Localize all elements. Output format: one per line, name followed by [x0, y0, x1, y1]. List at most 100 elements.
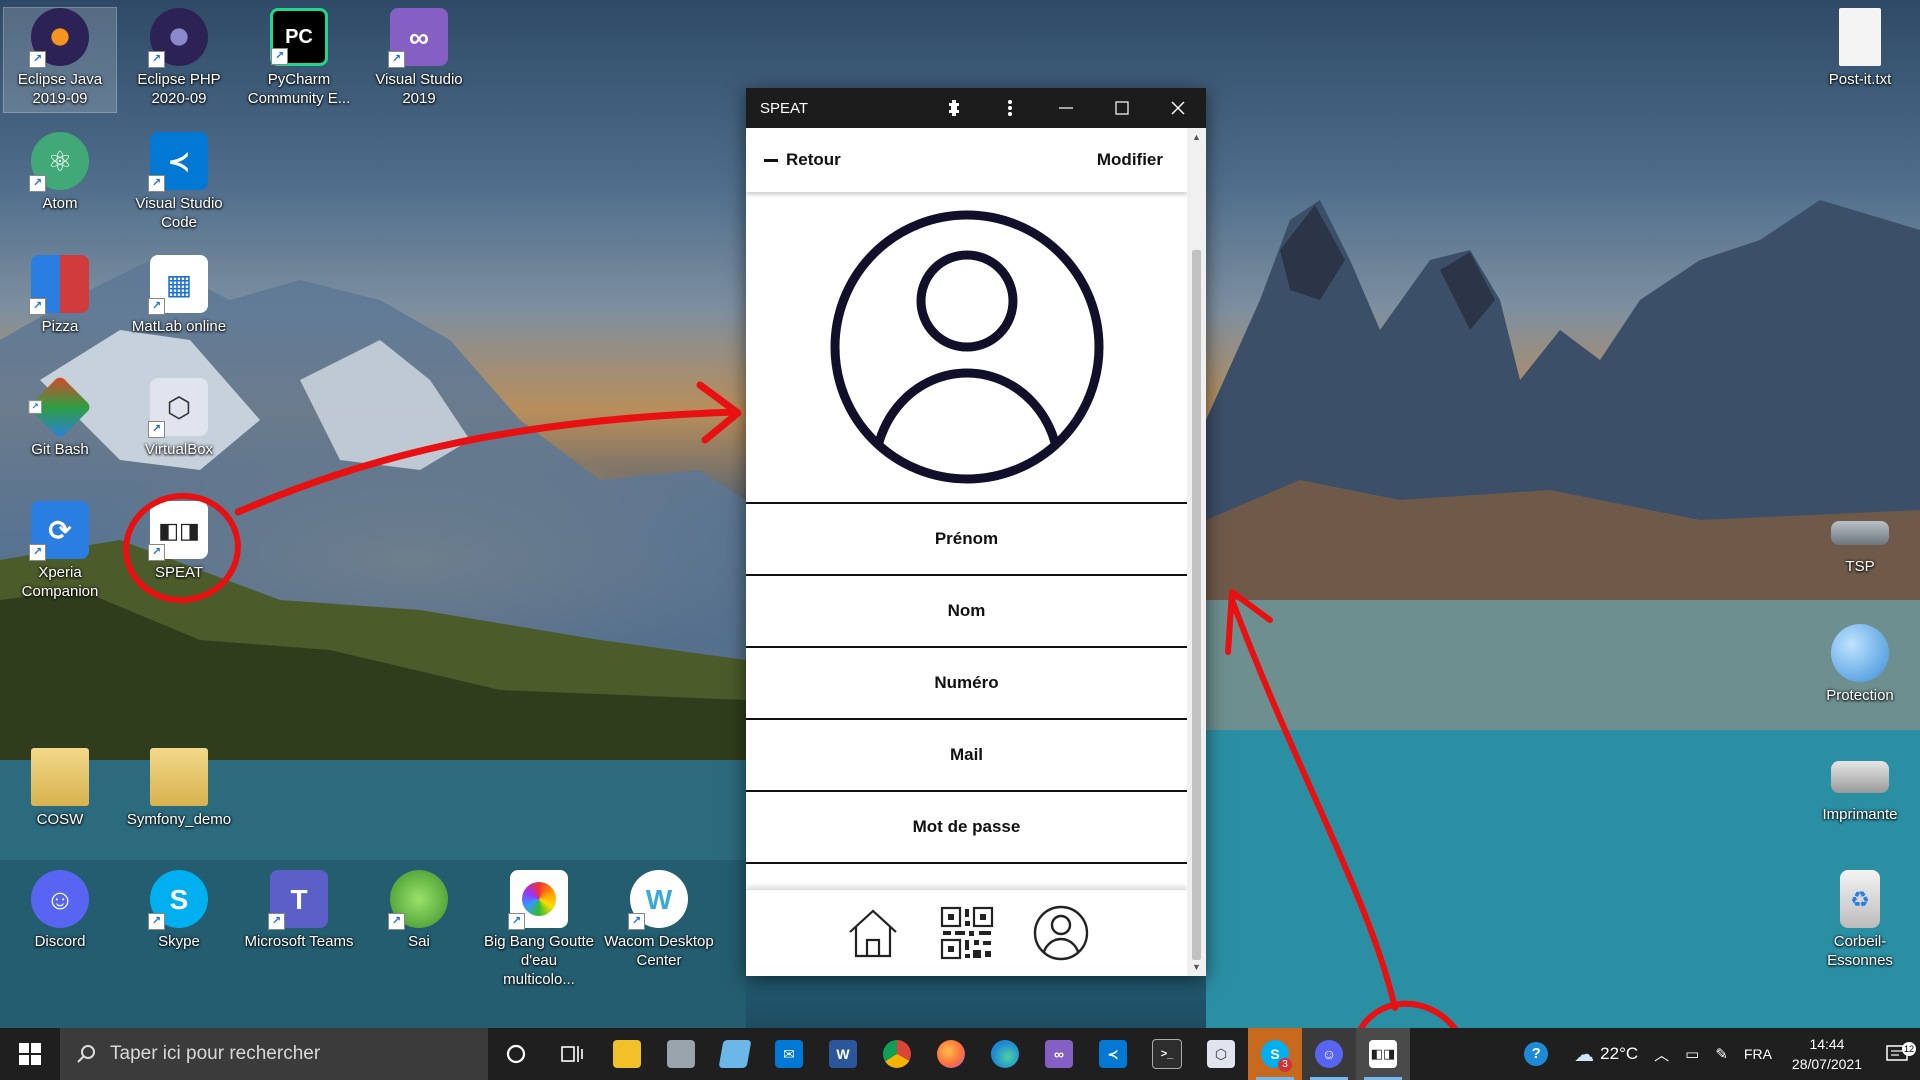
taskbar-edge[interactable] [978, 1028, 1032, 1080]
search-box[interactable]: Taper ici pour rechercher [60, 1028, 488, 1080]
wacom-icon: W ↗ [628, 870, 688, 930]
edit-button[interactable]: Modifier [1097, 150, 1163, 170]
app-header: Retour Modifier [746, 128, 1187, 192]
desktop-icon-eclipse-php[interactable]: ↗ Eclipse PHP 2020-09 [123, 8, 235, 108]
desktop-icon-tsp[interactable]: TSP [1804, 501, 1916, 576]
help-icon: ? [1524, 1042, 1549, 1066]
desktop-icon-imprimante[interactable]: Imprimante [1804, 747, 1916, 824]
cortana-button[interactable] [488, 1028, 544, 1080]
desktop-icon-recycle-bin[interactable]: ♻ Corbeil-Essonnes [1804, 870, 1916, 970]
taskbar-scanner[interactable] [654, 1028, 708, 1080]
field-prenom[interactable]: Prénom [746, 502, 1187, 574]
desktop-icon-cosw[interactable]: COSW [4, 748, 116, 829]
clock-date: 28/07/2021 [1791, 1056, 1862, 1072]
desktop-icon-visual-studio[interactable]: ∞ ↗ Visual Studio 2019 [363, 8, 475, 108]
vscode-icon: ≺ [1099, 1040, 1127, 1068]
taskbar-virtualbox[interactable]: ⬡ [1194, 1028, 1248, 1080]
field-mail[interactable]: Mail [746, 718, 1187, 790]
clock-time: 14:44 [1809, 1036, 1845, 1052]
scrollbar[interactable]: ▲ ▼ [1187, 128, 1206, 976]
desktop-icon-virtualbox[interactable]: ⬡ ↗ VirtualBox [123, 378, 235, 459]
show-hidden-icons-button[interactable]: ︿ [1646, 1044, 1677, 1065]
big-bang-icon: ↗ [508, 870, 568, 930]
home-icon[interactable] [844, 904, 902, 962]
close-icon[interactable] [1150, 88, 1206, 128]
taskbar-word[interactable]: W [816, 1028, 870, 1080]
profile-icon[interactable] [1032, 904, 1090, 962]
profile-avatar [746, 192, 1187, 502]
edge-icon [991, 1040, 1019, 1068]
eclipse-icon: ↗ [148, 8, 208, 68]
qr-code-icon[interactable] [938, 904, 996, 962]
back-icon [764, 158, 778, 162]
desktop-icon-git-bash[interactable]: ↗ Git Bash [4, 375, 116, 459]
desktop-icon-symfony-demo[interactable]: Symfony_demo [123, 748, 235, 829]
desktop-icon-teams[interactable]: T ↗ Microsoft Teams [243, 870, 355, 951]
virtualbox-icon: ⬡ ↗ [148, 378, 208, 438]
extensions-icon[interactable] [926, 88, 982, 128]
search-placeholder: Taper ici pour rechercher [110, 1043, 321, 1064]
taskbar-mail[interactable]: ✉ [762, 1028, 816, 1080]
battery-icon[interactable]: ▭ [1677, 1045, 1707, 1063]
more-options-icon[interactable] [982, 88, 1038, 128]
help-button[interactable]: ? [1516, 1042, 1556, 1066]
clock[interactable]: 14:44 28/07/2021 [1780, 1034, 1874, 1074]
back-button[interactable]: Retour [764, 150, 841, 170]
desktop-icon-protection[interactable]: Protection [1804, 624, 1916, 705]
scroll-thumb[interactable] [1192, 250, 1201, 960]
desktop-icon-pycharm[interactable]: PC ↗ PyCharm Community E... [243, 8, 355, 108]
field-nom[interactable]: Nom [746, 574, 1187, 646]
taskbar-discord[interactable]: ☺ [1302, 1028, 1356, 1080]
desktop-icon-big-bang[interactable]: ↗ Big Bang Goutte d'eau multicolo... [483, 870, 595, 989]
desktop-icon-skype[interactable]: S ↗ Skype [123, 870, 235, 951]
desktop-icon-wacom[interactable]: W ↗ Wacom Desktop Center [603, 870, 715, 970]
desktop-icon-xperia-companion[interactable]: ⟳ ↗ Xperia Companion [4, 501, 116, 601]
desktop-icon-speat[interactable]: ◧◨ ↗ SPEAT [123, 501, 235, 582]
desktop-icon-vscode[interactable]: ≺ ↗ Visual Studio Code [123, 132, 235, 232]
desktop-icon-post-it[interactable]: Post-it.txt [1804, 8, 1916, 89]
folder-icon [31, 748, 89, 806]
field-numero[interactable]: Numéro [746, 646, 1187, 718]
profile-fields: Prénom Nom Numéro Mail Mot de passe [746, 502, 1187, 864]
desktop-icon-matlab[interactable]: ▦ ↗ MatLab online [123, 255, 235, 336]
eclipse-icon: ↗ [29, 8, 89, 68]
chrome-icon [883, 1040, 911, 1068]
git-bash-icon: ↗ [28, 375, 92, 439]
notification-center-button[interactable]: 12 [1874, 1042, 1920, 1064]
weather-widget[interactable]: ☁ 22°C [1556, 1042, 1646, 1067]
pizza-icon: ↗ [29, 255, 89, 315]
maximize-icon[interactable] [1094, 88, 1150, 128]
pen-icon[interactable]: ✎ [1707, 1045, 1736, 1063]
taskbar-sticky-notes[interactable] [708, 1028, 762, 1080]
speat-window: SPEAT Retour Modifier Prénom Nom Numéro … [746, 88, 1206, 976]
desktop-icon-atom[interactable]: ⚛ ↗ Atom [4, 132, 116, 213]
taskbar-skype[interactable]: S 3 [1248, 1028, 1302, 1080]
taskbar-chrome[interactable] [870, 1028, 924, 1080]
taskbar-firefox[interactable] [924, 1028, 978, 1080]
skype-badge: 3 [1278, 1058, 1292, 1072]
recycle-bin-icon: ♻ [1840, 870, 1880, 928]
task-view-icon [561, 1046, 583, 1062]
taskbar-terminal[interactable]: >_ [1140, 1028, 1194, 1080]
desktop-icon-sai[interactable]: ↗ Sai [363, 870, 475, 951]
window-titlebar[interactable]: SPEAT [746, 88, 1206, 128]
scroll-up-icon[interactable]: ▲ [1187, 128, 1206, 146]
desktop-icon-discord[interactable]: ☺ Discord [4, 870, 116, 951]
skype-icon: S ↗ [148, 870, 208, 930]
field-mot-de-passe[interactable]: Mot de passe [746, 790, 1187, 864]
taskbar-file-explorer[interactable] [600, 1028, 654, 1080]
taskbar-speat[interactable]: ◧◨ [1356, 1028, 1410, 1080]
desktop-icon-pizza[interactable]: ↗ Pizza [4, 255, 116, 336]
folder-icon [150, 748, 208, 806]
task-view-button[interactable] [544, 1028, 600, 1080]
scroll-down-icon[interactable]: ▼ [1187, 958, 1206, 976]
xperia-icon: ⟳ ↗ [29, 501, 89, 561]
taskbar-vscode[interactable]: ≺ [1086, 1028, 1140, 1080]
word-icon: W [829, 1040, 857, 1068]
desktop-icon-eclipse-java[interactable]: ↗ Eclipse Java 2019-09 [3, 7, 117, 113]
start-button[interactable] [0, 1028, 60, 1080]
taskbar-visual-studio[interactable]: ∞ [1032, 1028, 1086, 1080]
minimize-icon[interactable] [1038, 88, 1094, 128]
language-indicator[interactable]: FRA [1736, 1046, 1780, 1062]
virtualbox-icon: ⬡ [1207, 1040, 1235, 1068]
